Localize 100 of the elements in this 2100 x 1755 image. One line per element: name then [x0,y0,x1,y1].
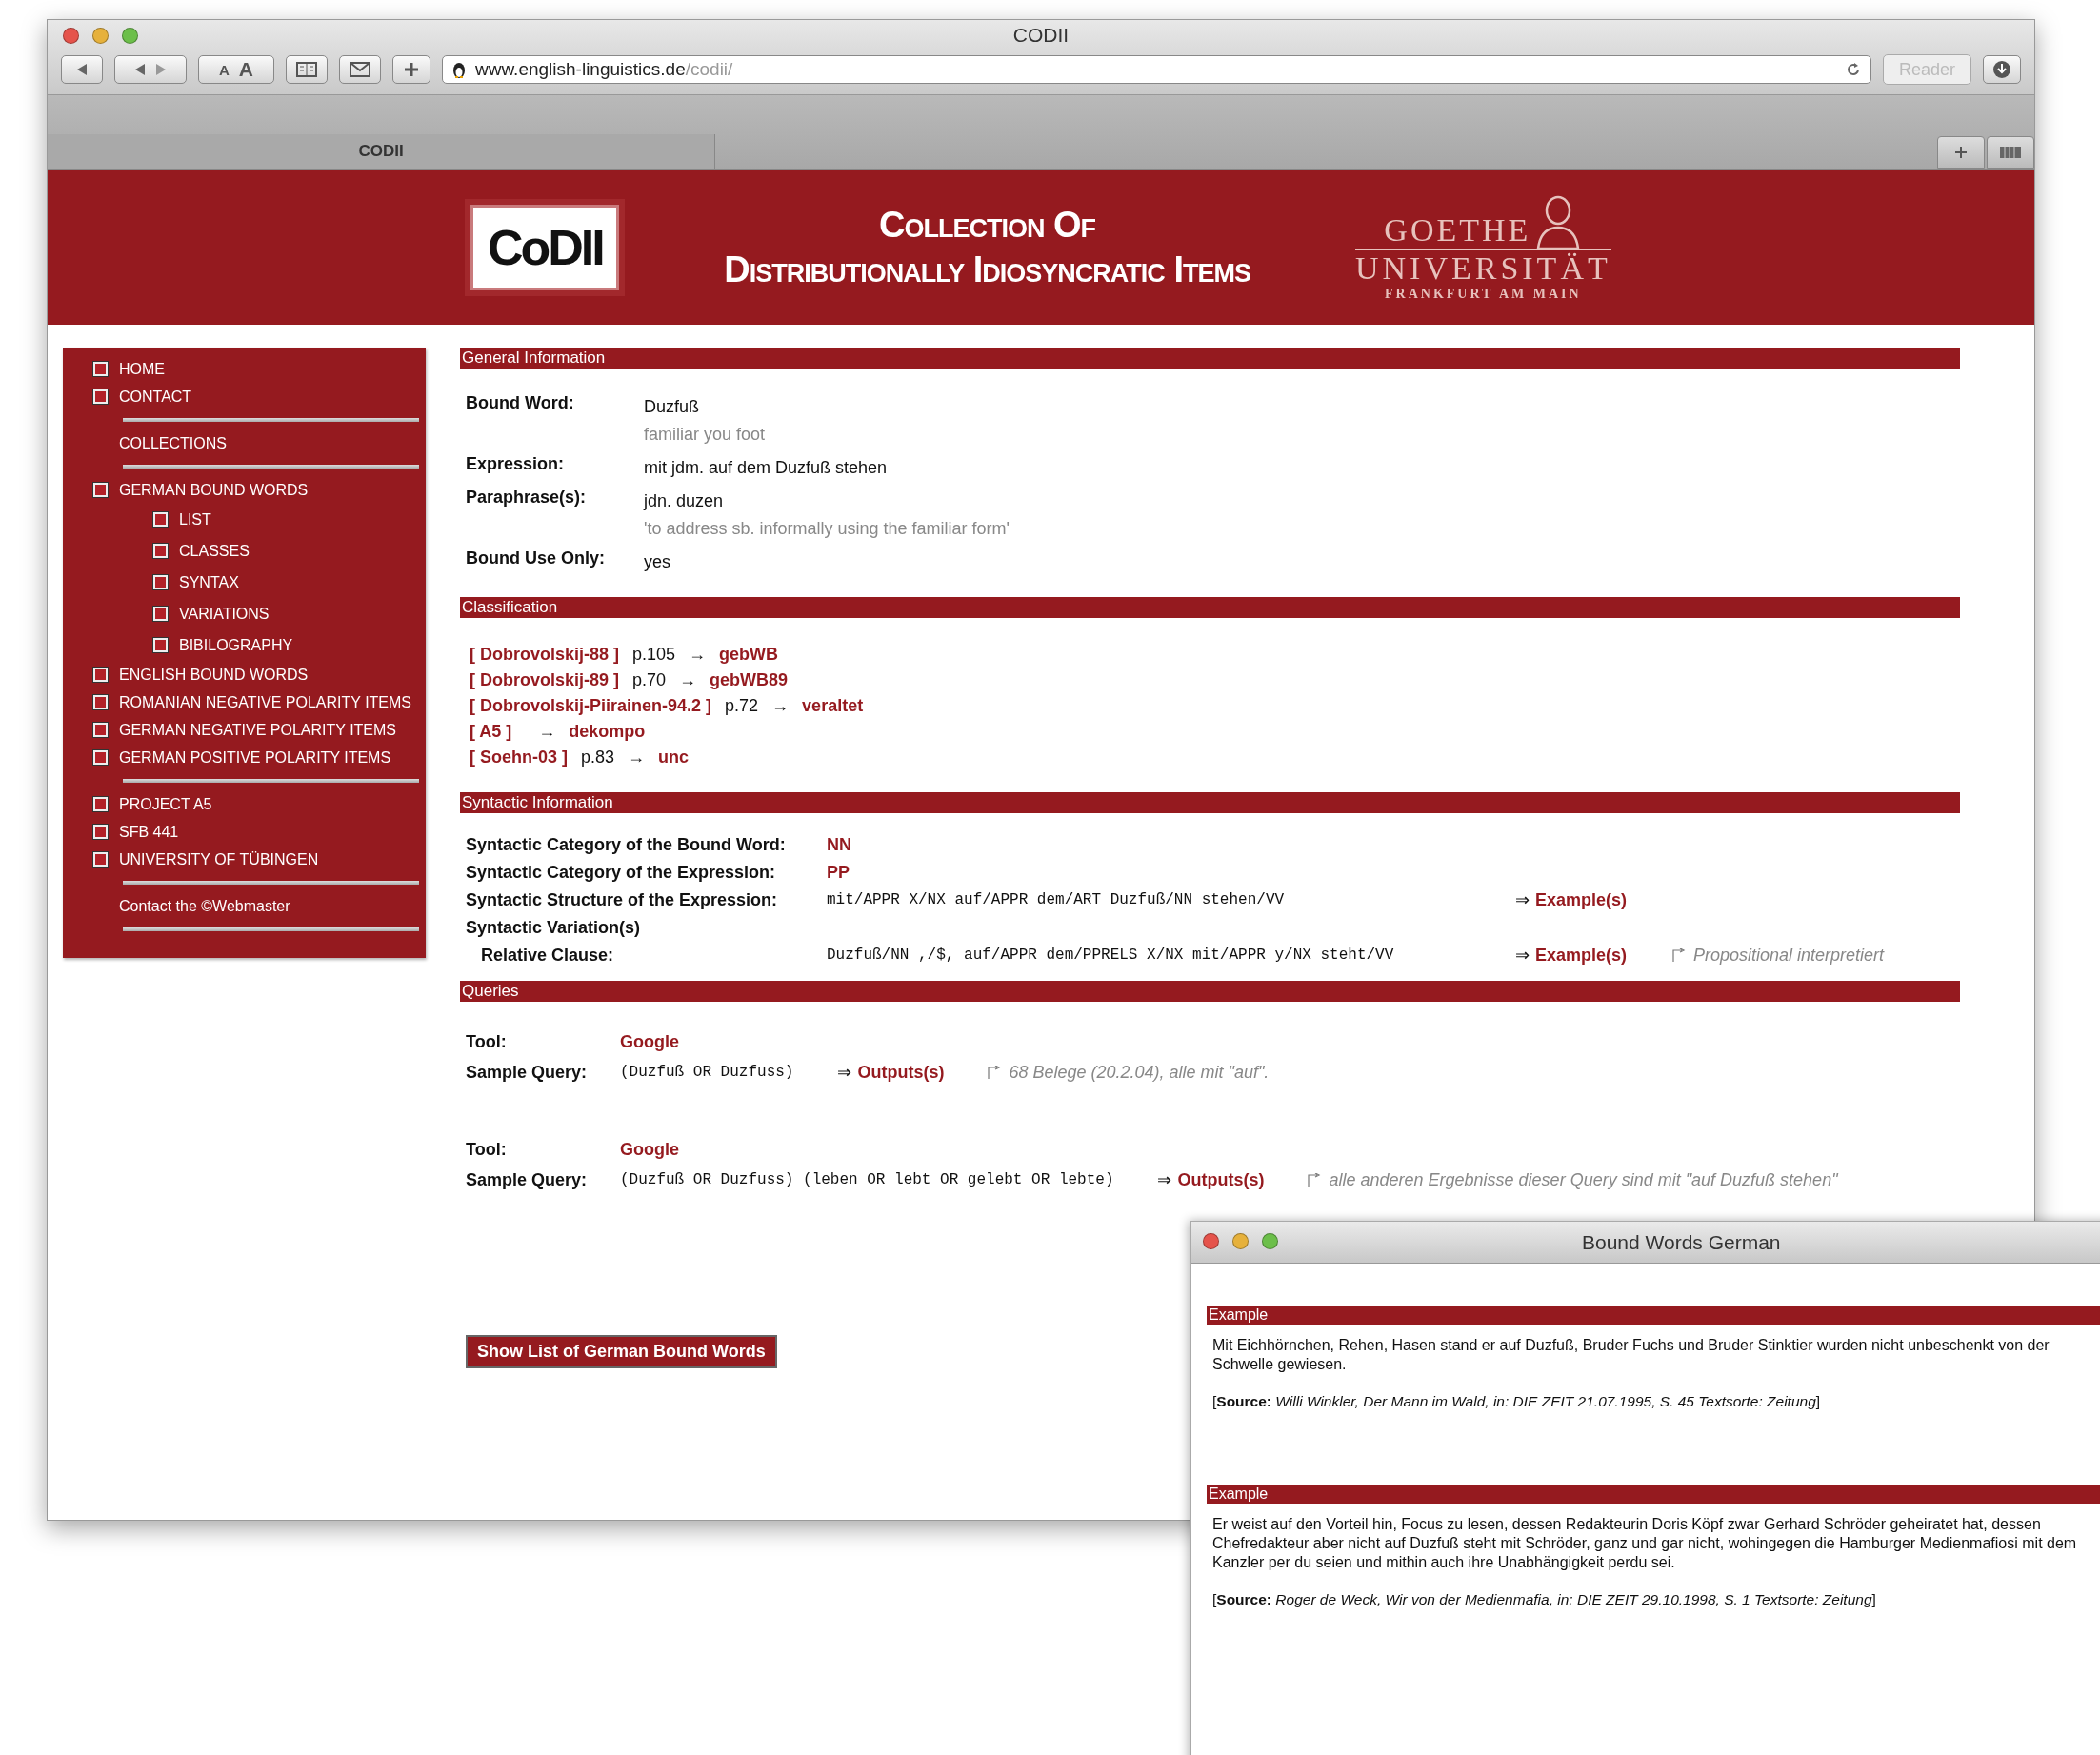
nav-link[interactable]: ENGLISH BOUND WORDS [119,666,309,684]
field-label: Bound Use Only: [466,548,606,568]
nav-link[interactable]: CONTACT [119,388,192,406]
nav-link[interactable]: COLLECTIONS [119,434,227,452]
nav-link[interactable]: VARIATIONS [179,605,270,623]
nav-link[interactable]: ROMANIAN NEGATIVE POLARITY ITEMS [119,693,411,711]
field-label: Syntactic Category of the Bound Word: [466,834,787,855]
nav-link[interactable]: GERMAN BOUND WORDS [119,481,309,499]
arrow: → [538,722,556,742]
nav-link[interactable]: BIBILOGRAPHY [179,636,293,654]
bullet-square-icon [93,750,108,765]
window-title: CODII [1012,24,1070,47]
structure-code: Duzfuß/NN ,/$, auf/APPR dem/PPRELS X/NX mit/APPR y/NX steht/VV [827,947,1395,964]
nav-link[interactable]: UNIVERSITY OF TÜBINGEN [119,850,319,868]
nav-link[interactable]: HOME [119,360,165,378]
mail-button[interactable] [339,55,381,84]
category-value: PP [827,862,850,883]
arrow: → [628,748,646,768]
query-code: (Duzfuß OR Duzfuss) [620,1064,794,1081]
field-label: Syntactic Category of the Expression: [466,862,777,883]
source-citation: [Source: Willi Winkler, Der Mann im Wald, in: DIE ZEIT 21.07.1995, S. 45 Textsorte: Zeitung] [1212,1393,1822,1410]
minimize-button[interactable] [92,28,109,44]
examples-link[interactable]: Example(s) [1535,889,1628,910]
browser-tab[interactable]: CODII [48,134,715,169]
bullet-square-icon [153,607,168,621]
new-tab-button[interactable] [1937,136,1985,169]
show-list-button[interactable]: Show List of German Bound Words [466,1335,777,1368]
zoom-button[interactable] [122,28,138,44]
field-label: Tool: [466,1032,508,1052]
bullet-square-icon [93,389,108,404]
minimize-button[interactable] [1232,1233,1249,1249]
reference-link[interactable]: [ Dobrovolskij-Piirainen-94.2 ] [470,696,712,716]
bullet-square-icon [93,825,108,839]
field-label: Sample Query: [466,1062,589,1083]
university-name: GOETHE [1384,211,1531,249]
bullet-square-icon [93,483,108,497]
field-label: Relative Clause: [480,945,615,966]
corner-arrow-icon [1672,948,1686,962]
field-label: Sample Query: [466,1169,589,1190]
note-text: Propositional interpretiert [1693,945,1885,966]
nav-link[interactable]: SFB 441 [119,823,179,841]
tool-link[interactable]: Google [620,1140,1954,1160]
field-value: yes [644,552,671,572]
bookmarks-button[interactable] [286,55,328,84]
font-size-button[interactable]: A A [198,55,274,84]
nav-link[interactable]: GERMAN NEGATIVE POLARITY ITEMS [119,721,396,739]
page-number: p.72 [725,696,759,716]
section-header: Classification [460,597,1960,618]
example-text: Mit Eichhörnchen, Rehen, Hasen stand er auf Duzfuß, Bruder Fuchs und Bruder Stinktier wurden nicht unbeschenkt von der Schwelle gewiesen. [1212,1336,2050,1374]
field-value: Duzfuß [644,397,701,417]
nav-link[interactable]: PROJECT A5 [119,795,212,813]
downloads-button[interactable] [1983,55,2021,84]
section-header: Example [1207,1485,2100,1504]
class-link[interactable]: unc [658,748,690,768]
address-field[interactable]: www.english-linguistics.de/codii/ [442,55,1871,84]
nav-link[interactable]: Contact the ©Webmaster [119,897,290,915]
close-button[interactable] [1203,1233,1219,1249]
nav-link[interactable]: SYNTAX [179,573,239,591]
penguin-icon [452,61,466,78]
history-button[interactable] [114,55,187,84]
nav-link[interactable]: GERMAN POSITIVE POLARITY ITEMS [119,748,391,767]
section-header: General Information [460,348,1960,369]
bullet-square-icon [93,362,108,376]
examples-link[interactable]: Example(s) [1535,945,1628,966]
class-link[interactable]: dekompo [569,722,646,742]
add-button[interactable] [392,55,430,84]
plus-icon [1955,147,1967,158]
corner-arrow-icon [988,1066,1002,1079]
bullet-square-icon [93,797,108,811]
plus-icon [404,62,419,77]
reference-link[interactable]: [ Dobrovolskij-89 ] [470,670,620,690]
outputs-link[interactable]: Outputs(s) [1177,1169,1265,1190]
back-button[interactable] [61,55,103,84]
category-value: NN [827,834,852,855]
zoom-button[interactable] [1262,1233,1278,1249]
gloss-text: 'to address sb. informally using the familiar form' [644,519,1011,539]
class-link[interactable]: veraltet [802,696,864,716]
close-button[interactable] [63,28,79,44]
site-title: Collection Of [879,204,1096,246]
page-number: p.105 [632,645,676,665]
page-number: p.70 [632,670,667,690]
class-link[interactable]: gebWB89 [710,670,789,690]
university-city: FRANKFURT AM MAIN [1385,286,1582,302]
tool-link[interactable]: Google [620,1032,1954,1052]
field-value: mit jdm. auf dem Duzfuß stehen [644,458,889,478]
bullet-square-icon [93,852,108,867]
class-link[interactable]: gebWB [719,645,779,665]
reference-link[interactable]: [ Dobrovolskij-88 ] [470,645,620,665]
reference-link[interactable]: [ A5 ] [470,722,512,742]
tab-overview-button[interactable] [1987,136,2034,169]
arrow: ⇒ [1157,1169,1172,1190]
nav-link[interactable]: CLASSES [179,542,250,560]
bullet-square-icon [153,512,168,527]
reference-link[interactable]: [ Soehn-03 ] [470,748,568,768]
corner-arrow-icon [1308,1173,1322,1187]
nav-link[interactable]: LIST [179,510,211,528]
outputs-link[interactable]: Outputs(s) [857,1062,945,1083]
arrow: ⇒ [1515,945,1530,966]
book-icon [296,62,317,77]
query-code: (Duzfuß OR Duzfuss) (leben OR lebt OR gelebt OR lebte) [620,1171,1114,1188]
